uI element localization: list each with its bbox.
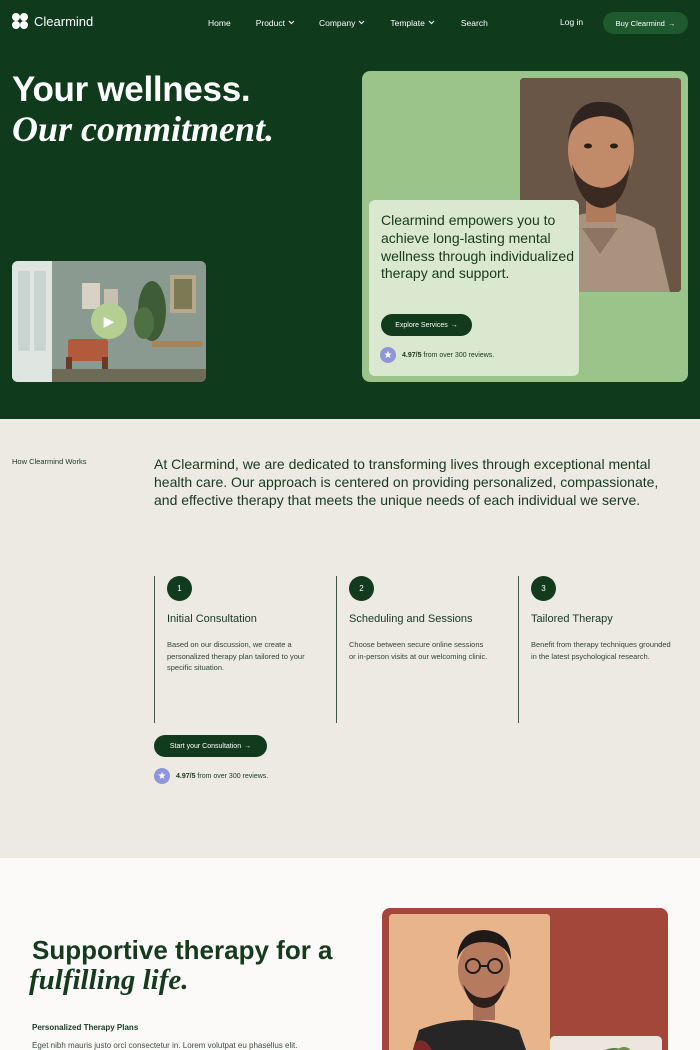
section-label: How Clearmind Works	[12, 457, 87, 466]
hero-title: Your wellness. Our commitment.	[12, 70, 274, 148]
nav-item-label: Search	[460, 18, 488, 28]
rating-caption: from over 300 reviews.	[197, 772, 269, 780]
nav-item-search[interactable]: Search	[461, 18, 488, 28]
step-card: 1 Initial Consultation Based on our disc…	[154, 576, 319, 723]
step-description: Based on our discussion, we create a per…	[167, 640, 305, 672]
star-icon: ★	[380, 347, 396, 363]
support-title: Supportive therapy for a fulfilling life…	[29, 935, 333, 996]
top-navigation: Clearmind Home Product Company Template	[0, 0, 700, 46]
rating-caption: from over 300 reviews.	[423, 351, 495, 359]
arrow-right-icon: →	[450, 321, 458, 329]
hero-quote-text: Clearmind empowers you to achieve long-l…	[381, 212, 575, 282]
smiling-man-photo	[389, 914, 550, 1050]
nav-item-product[interactable]: Product	[256, 18, 295, 28]
brand-name: Clearmind	[34, 13, 94, 29]
nav-item-template[interactable]: Template	[390, 18, 435, 28]
star-icon: ★	[154, 768, 170, 784]
nav-links: Home Product Company Template Search	[196, 0, 488, 46]
step-number-badge: 1	[167, 576, 192, 601]
step-number-badge: 3	[531, 576, 556, 601]
chevron-down-icon	[428, 20, 435, 27]
clover-logo-icon	[12, 13, 28, 29]
play-icon: ▶	[103, 312, 115, 329]
play-video-button[interactable]: ▶	[91, 303, 127, 339]
support-title-line1: Supportive therapy for a	[32, 935, 333, 965]
nav-item-company[interactable]: Company	[319, 18, 365, 28]
rating-text: 4.97/5 from over 300 reviews.	[402, 352, 494, 359]
step-card: 2 Scheduling and Sessions Choose between…	[336, 576, 501, 723]
rating-score: 4.97/5	[402, 351, 422, 359]
button-label: Explore Services	[395, 321, 448, 329]
nav-item-label: Product	[255, 18, 285, 28]
support-subtitle: Personalized Therapy Plans	[32, 1023, 139, 1032]
rating-text: 4.97/5 from over 300 reviews.	[176, 773, 268, 780]
step-description: Benefit from therapy techniques grounded…	[531, 640, 671, 661]
nav-item-label: Template	[390, 18, 425, 28]
how-intro-text: At Clearmind, we are dedicated to transf…	[154, 456, 659, 508]
arrow-right-icon: →	[667, 18, 676, 28]
plant-image-card	[550, 1036, 662, 1050]
nav-item-label: Company	[318, 18, 356, 28]
step-title: Scheduling and Sessions	[349, 613, 473, 625]
how-rating: ★ 4.97/5 from over 300 reviews.	[154, 768, 268, 784]
step-title: Initial Consultation	[167, 613, 257, 625]
button-label: Start your Consultation	[169, 742, 242, 750]
step-number-badge: 2	[349, 576, 374, 601]
hero-title-line1: Your wellness.	[12, 70, 251, 109]
chevron-down-icon	[358, 20, 365, 27]
support-title-line2: fulfilling life.	[29, 964, 189, 996]
support-body-text: Eget nibh mauris justo orci consectetur …	[32, 1041, 298, 1050]
login-link[interactable]: Log in	[560, 17, 583, 27]
step-title: Tailored Therapy	[531, 613, 613, 625]
arrow-right-icon: →	[244, 742, 252, 750]
hero-rating: ★ 4.97/5 from over 300 reviews.	[380, 347, 494, 363]
hero-title-line2: Our commitment.	[12, 109, 275, 149]
step-description: Choose between secure online sessions or…	[349, 640, 488, 661]
start-consultation-button[interactable]: Start your Consultation →	[154, 735, 267, 757]
explore-services-button[interactable]: Explore Services →	[381, 314, 472, 336]
nav-item-label: Home	[208, 18, 231, 28]
step-card: 3 Tailored Therapy Benefit from therapy …	[518, 576, 683, 723]
brand-logo[interactable]: Clearmind	[12, 13, 93, 29]
nav-item-home[interactable]: Home	[208, 18, 231, 28]
client-portrait-image	[389, 914, 550, 1050]
buy-clearmind-button[interactable]: Buy Clearmind →	[603, 12, 688, 34]
rating-score: 4.97/5	[176, 772, 196, 780]
chevron-down-icon	[288, 20, 295, 27]
plant-photo	[550, 1036, 662, 1050]
button-label: Buy Clearmind	[615, 18, 665, 28]
